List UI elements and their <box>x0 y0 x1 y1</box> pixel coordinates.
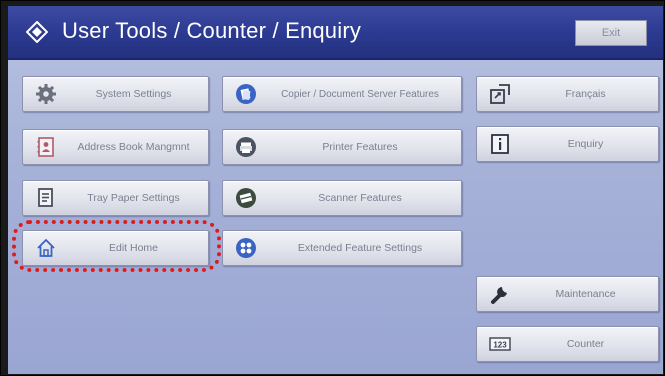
enquiry-label: Enquiry <box>567 138 604 150</box>
counter-label: Counter <box>566 338 605 350</box>
info-icon <box>489 133 511 155</box>
language-francais-button[interactable]: Français <box>476 76 659 112</box>
maintenance-button[interactable]: Maintenance <box>476 276 659 312</box>
extended-feature-settings-button[interactable]: Extended Feature Settings <box>222 230 462 266</box>
copier-icon <box>235 83 257 105</box>
printer-features-button[interactable]: Printer Features <box>222 129 462 165</box>
tray-paper-settings-label: Tray Paper Settings <box>87 192 180 204</box>
address-book-icon <box>35 136 57 158</box>
svg-text:123: 123 <box>493 341 507 350</box>
exit-button[interactable]: Exit <box>575 20 647 46</box>
page-title: User Tools / Counter / Enquiry <box>62 18 362 43</box>
tray-paper-icon <box>35 187 57 209</box>
scanner-features-button[interactable]: Scanner Features <box>222 180 462 216</box>
counter-button[interactable]: 123 Counter <box>476 326 659 362</box>
language-francais-label: Français <box>565 88 606 100</box>
touch-panel-screen: User Tools / Counter / Enquiry Exit Syst… <box>8 6 663 374</box>
gear-icon <box>35 83 57 105</box>
printer-icon <box>235 136 257 158</box>
copier-document-server-features-button[interactable]: Copier / Document Server Features <box>222 76 462 112</box>
scanner-features-label: Scanner Features <box>318 192 402 204</box>
maintenance-label: Maintenance <box>555 288 616 300</box>
title-bar: User Tools / Counter / Enquiry Exit <box>8 6 663 60</box>
diamond-arrows-icon <box>25 20 49 44</box>
wrench-icon <box>489 283 511 305</box>
extended-features-icon <box>235 237 257 259</box>
scanner-icon <box>235 187 257 209</box>
counter-123-icon: 123 <box>489 333 511 355</box>
tray-paper-settings-button[interactable]: Tray Paper Settings <box>22 180 209 216</box>
language-switch-icon <box>489 83 511 105</box>
highlight-circle <box>12 220 221 272</box>
extended-feature-settings-label: Extended Feature Settings <box>297 242 423 254</box>
system-settings-button[interactable]: System Settings <box>22 76 209 112</box>
system-settings-label: System Settings <box>95 88 172 100</box>
printer-features-label: Printer Features <box>322 141 398 153</box>
address-book-button[interactable]: Address Book Mangmnt <box>22 129 209 165</box>
enquiry-button[interactable]: Enquiry <box>476 126 659 162</box>
address-book-label: Address Book Mangmnt <box>77 141 190 153</box>
copier-document-server-features-label: Copier / Document Server Features <box>281 88 439 100</box>
